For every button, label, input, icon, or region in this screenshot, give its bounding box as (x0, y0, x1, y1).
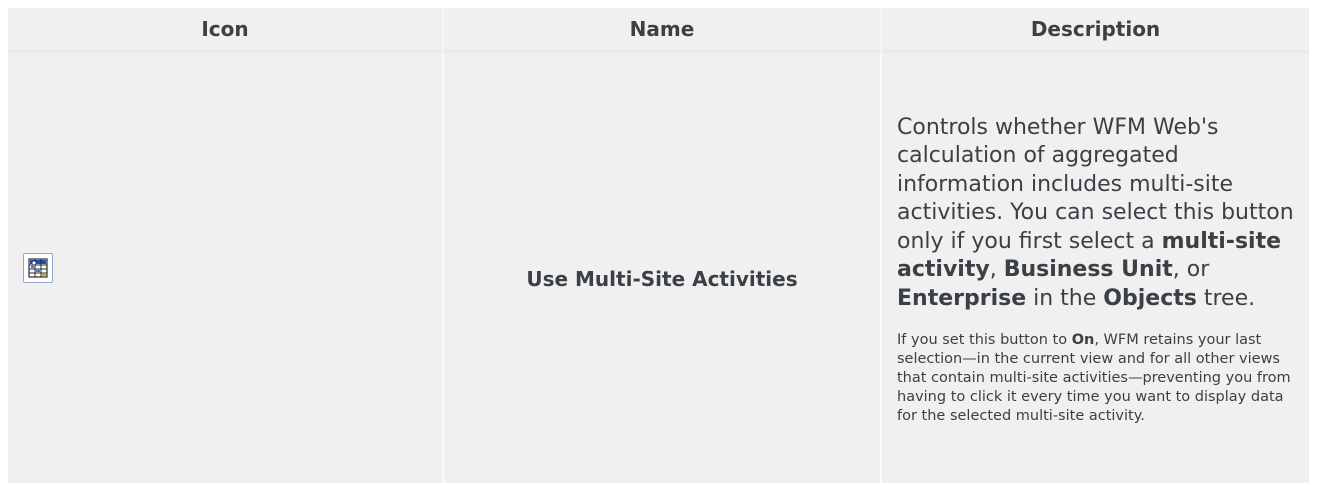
toolbar-icons-table: Icon Name Description Use Multi-Site Act… (8, 8, 1309, 483)
header-description: Description (882, 8, 1309, 53)
description-note: If you set this button to On, WFM retain… (897, 332, 1291, 425)
table-row: Use Multi-Site Activities Controls wheth… (8, 53, 1309, 483)
reference-table-container: Icon Name Description Use Multi-Site Act… (8, 8, 1309, 485)
cell-description: Controls whether WFM Web's calculation o… (882, 53, 1309, 483)
row-name: Use Multi-Site Activities (526, 267, 798, 291)
description-block: Controls whether WFM Web's calculation o… (882, 110, 1309, 427)
cell-icon (8, 53, 444, 483)
multi-site-grid-icon (28, 258, 48, 278)
description-primary: Controls whether WFM Web's calculation o… (897, 114, 1294, 311)
table-header-row: Icon Name Description (8, 8, 1309, 53)
header-name: Name (444, 8, 882, 53)
cell-name: Use Multi-Site Activities (444, 53, 882, 483)
header-icon: Icon (8, 8, 444, 53)
multi-site-activities-icon (23, 253, 53, 283)
